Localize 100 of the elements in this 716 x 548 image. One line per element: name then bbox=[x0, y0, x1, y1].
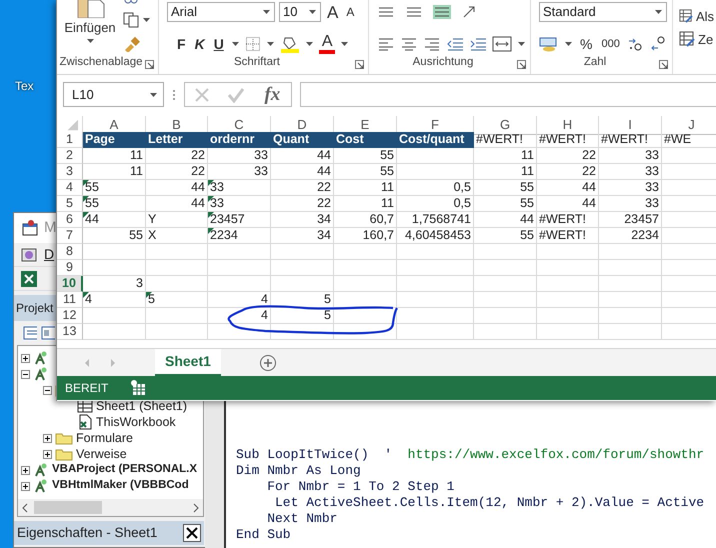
error-indicator-icon[interactable] bbox=[83, 292, 89, 298]
align-center-icon[interactable] bbox=[400, 37, 418, 51]
expander-icon[interactable] bbox=[21, 482, 30, 490]
expander-icon[interactable] bbox=[43, 434, 52, 442]
macro-record-icon[interactable] bbox=[130, 380, 146, 396]
dialog-launcher-icon[interactable] bbox=[517, 60, 526, 69]
tree-item[interactable]: ThisWorkbook bbox=[96, 412, 176, 432]
column-header[interactable]: G bbox=[474, 116, 537, 135]
italic-button[interactable]: K bbox=[192, 37, 207, 51]
userform-icon[interactable] bbox=[20, 246, 38, 264]
scroll-right-icon[interactable] bbox=[192, 502, 200, 512]
desktop-icon-label[interactable]: Tex bbox=[15, 77, 34, 95]
row-header[interactable]: 3 bbox=[57, 164, 83, 180]
style-button[interactable]: Als bbox=[677, 8, 716, 24]
code-line: End Sub bbox=[236, 527, 292, 543]
shrink-font-button[interactable]: A bbox=[344, 6, 356, 18]
view-code-icon[interactable] bbox=[23, 326, 37, 340]
increase-indent-icon[interactable] bbox=[469, 37, 487, 51]
expander-icon[interactable] bbox=[21, 370, 30, 378]
bold-button[interactable]: F bbox=[175, 37, 188, 51]
fill-color-icon[interactable] bbox=[280, 35, 300, 53]
caret-icon[interactable] bbox=[142, 17, 151, 23]
tree-item[interactable]: VBAProject (PERSONAL.X bbox=[52, 461, 198, 479]
row-header[interactable]: 11 bbox=[57, 292, 83, 308]
row-header[interactable]: 4 bbox=[57, 180, 83, 196]
borders-icon[interactable] bbox=[244, 36, 261, 52]
close-button[interactable] bbox=[183, 524, 201, 542]
scroll-left-icon[interactable] bbox=[21, 502, 29, 512]
align-bottom-icon[interactable] bbox=[433, 5, 451, 19]
caret-icon[interactable] bbox=[517, 41, 526, 47]
currency-icon[interactable] bbox=[539, 36, 559, 52]
table-cell: 44 bbox=[83, 212, 146, 228]
align-right-icon[interactable] bbox=[423, 37, 441, 51]
paste-button[interactable]: Einfügen bbox=[61, 0, 119, 52]
table-cell: 33 bbox=[208, 164, 271, 180]
font-name-field[interactable]: Arial bbox=[167, 2, 275, 22]
number-format-field[interactable]: Standard bbox=[539, 2, 667, 22]
scrollbar-thumb[interactable] bbox=[34, 501, 102, 514]
column-header[interactable]: J bbox=[662, 116, 716, 135]
name-box[interactable]: L10 bbox=[63, 82, 164, 107]
row-header[interactable]: 2 bbox=[57, 148, 83, 164]
row-header[interactable]: 9 bbox=[57, 260, 83, 276]
dialog-launcher-icon[interactable] bbox=[659, 60, 668, 69]
empty-cell bbox=[334, 292, 397, 308]
column-header[interactable]: I bbox=[599, 116, 662, 135]
error-indicator-icon[interactable] bbox=[83, 212, 89, 218]
thousands-button[interactable]: 000 bbox=[599, 38, 622, 50]
expander-icon[interactable] bbox=[21, 354, 30, 362]
merge-cells-icon[interactable] bbox=[492, 36, 512, 52]
column-header[interactable]: H bbox=[537, 116, 599, 135]
align-middle-icon[interactable] bbox=[405, 5, 423, 19]
underline-button[interactable]: U bbox=[212, 37, 226, 51]
grow-font-button[interactable]: A bbox=[325, 4, 340, 20]
tree-item[interactable]: Verweise bbox=[76, 444, 127, 464]
menu-item[interactable]: D bbox=[44, 244, 54, 265]
row-header[interactable]: 1 bbox=[57, 132, 83, 148]
align-top-icon[interactable] bbox=[377, 5, 395, 19]
font-color-button[interactable]: A bbox=[318, 34, 336, 54]
row-header[interactable]: 10 bbox=[57, 276, 83, 292]
row-header[interactable]: 13 bbox=[57, 324, 83, 340]
style-button[interactable]: Ze bbox=[677, 31, 716, 47]
row-header[interactable]: 12 bbox=[57, 308, 83, 324]
view-object-icon[interactable] bbox=[41, 326, 55, 340]
tree-item[interactable]: VBHtmlMaker (VBBBCod bbox=[52, 477, 189, 495]
decrease-indent-icon[interactable] bbox=[446, 37, 464, 51]
caret-icon[interactable] bbox=[564, 41, 573, 47]
font-size-field[interactable]: 10 bbox=[279, 2, 321, 22]
formula-input[interactable] bbox=[300, 82, 716, 107]
new-sheet-icon[interactable] bbox=[258, 354, 277, 372]
tree-item[interactable]: Sheet1 (Sheet1) bbox=[96, 396, 188, 416]
code-editor[interactable]: Sub LoopItTwice() ' https://www.excelfox.com/forum/showthr Dim Nmbr As Long For Nmbr = 1 To 2 Step 1 Let ActiveSheet.Cells.Item(12, Nmbr + 2).Value = Active Next Nmbr End Sub bbox=[224, 400, 716, 548]
align-left-icon[interactable] bbox=[377, 37, 395, 51]
dialog-launcher-icon[interactable] bbox=[145, 60, 154, 69]
table-cell: 33 bbox=[208, 180, 271, 196]
expander-icon[interactable] bbox=[43, 450, 52, 458]
caret-icon[interactable] bbox=[266, 41, 275, 47]
caret-icon[interactable] bbox=[230, 41, 240, 47]
excel-icon[interactable] bbox=[20, 270, 38, 288]
caret-icon[interactable] bbox=[304, 41, 314, 47]
sheet-tab[interactable]: Sheet1 bbox=[155, 348, 221, 376]
tree-item[interactable]: Formulare bbox=[76, 428, 133, 448]
expander-icon[interactable] bbox=[21, 466, 30, 474]
empty-cell bbox=[208, 324, 271, 340]
row-header[interactable]: 6 bbox=[57, 212, 83, 228]
row-header[interactable]: 7 bbox=[57, 228, 83, 244]
empty-cell bbox=[599, 244, 662, 260]
table-cell: #WE bbox=[662, 132, 716, 148]
empty-cell bbox=[537, 308, 599, 324]
insert-function-button[interactable]: fx bbox=[262, 85, 282, 104]
dialog-launcher-icon[interactable] bbox=[355, 60, 364, 69]
row-header[interactable]: 8 bbox=[57, 244, 83, 260]
table-cell: 44 bbox=[146, 180, 208, 196]
expander-icon[interactable] bbox=[43, 386, 52, 394]
percent-button[interactable]: % bbox=[578, 37, 594, 51]
empty-cell bbox=[208, 260, 271, 276]
copy-icon[interactable] bbox=[123, 12, 139, 28]
paintbrush-icon[interactable] bbox=[123, 36, 141, 52]
caret-icon[interactable] bbox=[340, 41, 350, 47]
row-header[interactable]: 5 bbox=[57, 196, 83, 212]
table-cell: 4 bbox=[208, 292, 271, 308]
